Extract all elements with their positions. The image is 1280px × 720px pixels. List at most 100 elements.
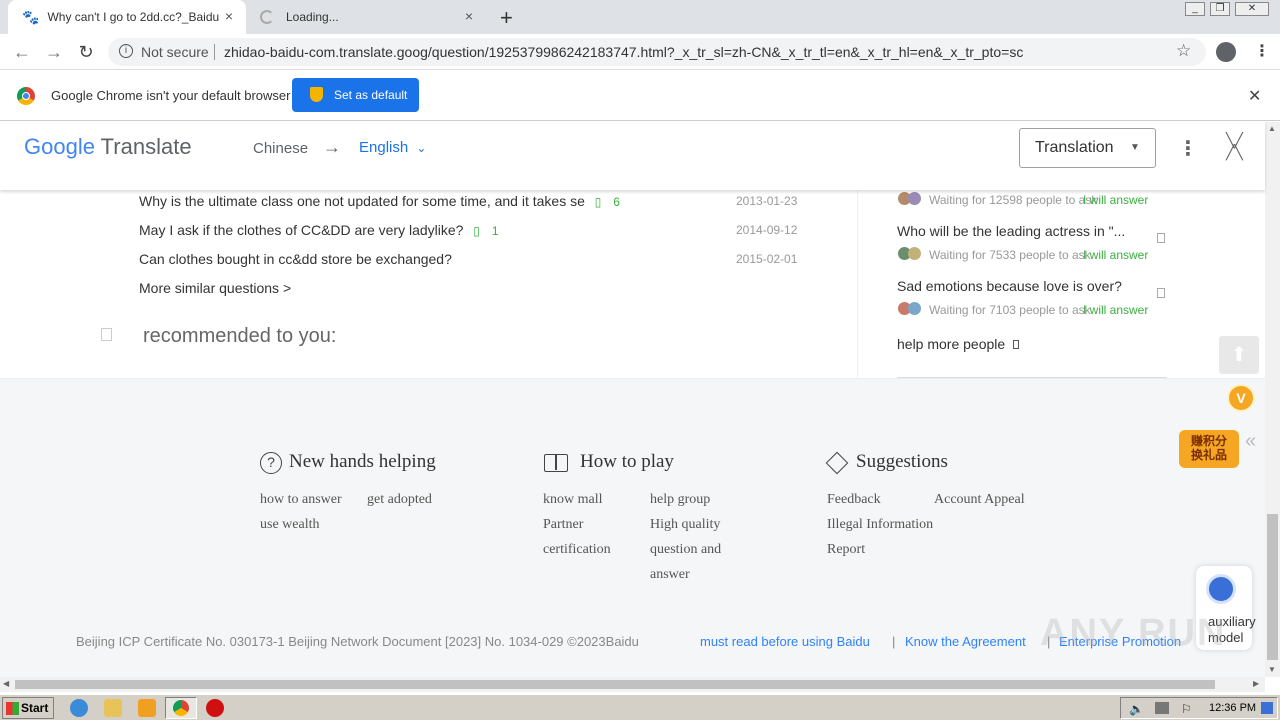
footer-link[interactable]: Account Appeal bbox=[934, 492, 1025, 508]
question-date: 2015-02-01 bbox=[736, 252, 798, 266]
translation-mode-select[interactable]: Translation ▼ bbox=[1019, 128, 1156, 168]
tab-title: Why can't I go to 2dd.cc?_Baidu Kno bbox=[47, 10, 223, 24]
footer-link[interactable]: Report bbox=[827, 542, 865, 558]
set-default-label: Set as default bbox=[334, 88, 408, 102]
tab-loading[interactable]: Loading... × bbox=[248, 0, 486, 34]
minimize-icon[interactable]: _ bbox=[1185, 2, 1205, 16]
footer-link[interactable]: High quality bbox=[650, 517, 720, 533]
set-as-default-button[interactable]: Set as default bbox=[292, 78, 419, 112]
translate-wordmark: Translate bbox=[100, 134, 192, 159]
start-button[interactable]: Start bbox=[2, 697, 54, 719]
answer-count: 1 bbox=[491, 224, 499, 238]
show-desktop-icon[interactable] bbox=[1261, 702, 1273, 714]
system-tray: 🔈 ⚐ 12:36 PM bbox=[1120, 697, 1278, 719]
footer-link[interactable]: Illegal Information bbox=[827, 517, 933, 533]
question-link[interactable]: Why is the ultimate class one not update… bbox=[139, 193, 620, 209]
question-link[interactable]: Can clothes bought in cc&dd store be exc… bbox=[139, 251, 452, 267]
close-tab-icon[interactable]: × bbox=[462, 9, 476, 23]
chrome-taskbar-button[interactable] bbox=[165, 697, 197, 719]
warning-app-icon[interactable] bbox=[206, 699, 224, 717]
footer-link[interactable]: answer bbox=[650, 567, 690, 583]
help-more-people-link[interactable]: help more people bbox=[897, 336, 1020, 352]
question-text: Why is the ultimate class one not update… bbox=[139, 193, 585, 209]
scroll-thumb[interactable] bbox=[1267, 514, 1278, 660]
help-more-label: help more people bbox=[897, 336, 1006, 352]
network-icon[interactable] bbox=[1155, 702, 1169, 714]
must-read-link[interactable]: must read before using Baidu bbox=[700, 634, 870, 649]
windows-logo-icon bbox=[6, 702, 19, 715]
question-circle-icon: ? bbox=[260, 452, 282, 474]
i-will-answer-link[interactable]: I will answer bbox=[1083, 193, 1148, 207]
windows-taskbar: Start 🔈 ⚐ 12:36 PM bbox=[0, 694, 1280, 720]
folder-icon[interactable] bbox=[104, 699, 122, 717]
horizontal-scrollbar[interactable]: ◀ ▶ bbox=[0, 677, 1265, 692]
footer-link[interactable]: Partner bbox=[543, 517, 583, 533]
back-icon[interactable]: ← bbox=[12, 42, 32, 62]
scroll-down-icon[interactable]: ▼ bbox=[1268, 665, 1276, 674]
footer-link[interactable]: question and bbox=[650, 542, 721, 558]
info-icon[interactable]: i bbox=[119, 44, 133, 58]
i-will-answer-link[interactable]: I will answer bbox=[1083, 303, 1148, 317]
page-content: Why is the ultimate class one not update… bbox=[0, 190, 1265, 677]
back-to-top-button[interactable]: ⬆ bbox=[1219, 336, 1259, 374]
accessibility-icon bbox=[1206, 574, 1236, 604]
url-text[interactable]: zhidao-baidu-com.translate.goog/question… bbox=[224, 44, 1023, 60]
collapse-chevron-icon[interactable]: « bbox=[1245, 430, 1256, 453]
reload-icon[interactable]: ↻ bbox=[76, 42, 96, 62]
close-window-icon[interactable]: ✕ bbox=[1235, 2, 1269, 16]
chevron-down-icon: ⌄ bbox=[416, 141, 427, 155]
volume-icon[interactable]: 🔈 bbox=[1129, 702, 1144, 716]
anyrun-watermark: ANY RUN bbox=[1040, 612, 1227, 654]
collapse-icon[interactable]: ╲╱ ╱╲ bbox=[1226, 133, 1243, 159]
footer-link[interactable]: Feedback bbox=[827, 492, 881, 508]
more-options-icon[interactable]: ⋮ bbox=[1178, 136, 1198, 161]
bookmark-star-icon[interactable]: ☆ bbox=[1176, 41, 1191, 61]
close-tab-icon[interactable]: × bbox=[222, 9, 236, 23]
scroll-up-icon[interactable]: ▲ bbox=[1268, 124, 1276, 133]
scroll-thumb[interactable] bbox=[15, 680, 1215, 689]
profile-icon[interactable] bbox=[1216, 42, 1236, 62]
footer-link[interactable]: how to answer bbox=[260, 492, 342, 508]
ie-icon[interactable] bbox=[70, 699, 88, 717]
not-secure-label: Not secure bbox=[141, 44, 209, 60]
footer-link[interactable]: certification bbox=[543, 542, 611, 558]
menu-kebab-icon[interactable]: ⋮ bbox=[1254, 41, 1270, 61]
media-player-icon[interactable] bbox=[138, 699, 156, 717]
footer-link[interactable]: know mall bbox=[543, 492, 603, 508]
scroll-left-icon[interactable]: ◀ bbox=[3, 679, 9, 688]
baidu-paw-icon: 🐾 bbox=[22, 8, 40, 25]
hot-question-link[interactable]: Sad emotions because love is over? bbox=[897, 278, 1122, 294]
flag-icon[interactable]: ⚐ bbox=[1181, 702, 1192, 716]
tab-strip: 🐾 Why can't I go to 2dd.cc?_Baidu Kno × … bbox=[0, 0, 1280, 34]
footer-link[interactable]: use wealth bbox=[260, 517, 319, 533]
close-infobar-icon[interactable]: ✕ bbox=[1248, 86, 1261, 106]
hot-question-link[interactable]: Who will be the leading actress in "... bbox=[897, 223, 1125, 239]
question-link[interactable]: May I ask if the clothes of CC&DD are ve… bbox=[139, 222, 499, 238]
vertical-scrollbar[interactable]: ▲ ▼ bbox=[1265, 122, 1280, 677]
copyright-text: Beijing ICP Certificate No. 030173-1 Bei… bbox=[76, 634, 639, 649]
maximize-icon[interactable]: ❐ bbox=[1210, 2, 1230, 16]
source-language[interactable]: Chinese bbox=[253, 140, 308, 157]
target-language-dropdown[interactable]: English ⌄ bbox=[359, 139, 426, 156]
points-badge[interactable]: V 赚积分 换礼品 « bbox=[1173, 382, 1261, 474]
badge-coin-icon: V bbox=[1227, 384, 1255, 412]
new-tab-button[interactable]: + bbox=[500, 5, 513, 31]
badge-text: 赚积分 换礼品 bbox=[1179, 430, 1239, 468]
google-wordmark: Google bbox=[24, 134, 95, 159]
agreement-link[interactable]: Know the Agreement bbox=[905, 634, 1026, 649]
i-will-answer-link[interactable]: I will answer bbox=[1083, 248, 1148, 262]
scroll-right-icon[interactable]: ▶ bbox=[1253, 679, 1259, 688]
forward-icon[interactable]: → bbox=[44, 42, 64, 62]
browser-toolbar: ← → ↻ i Not secure zhidao-baidu-com.tran… bbox=[0, 34, 1280, 70]
waiting-count: Waiting for 7533 people to ask bbox=[929, 248, 1091, 262]
answer-count-icon: ▯ bbox=[594, 195, 602, 209]
footer-link[interactable]: get adopted bbox=[367, 492, 432, 508]
shield-icon bbox=[310, 87, 323, 102]
recommended-heading: recommended to you: bbox=[143, 325, 337, 347]
more-similar-questions-link[interactable]: More similar questions > bbox=[139, 280, 291, 296]
arrow-icon bbox=[1013, 340, 1020, 349]
tab-baidu[interactable]: 🐾 Why can't I go to 2dd.cc?_Baidu Kno × bbox=[8, 0, 246, 34]
footer-link[interactable]: help group bbox=[650, 492, 710, 508]
address-bar[interactable]: i Not secure zhidao-baidu-com.translate.… bbox=[108, 38, 1206, 66]
translation-mode-label: Translation bbox=[1035, 139, 1114, 156]
